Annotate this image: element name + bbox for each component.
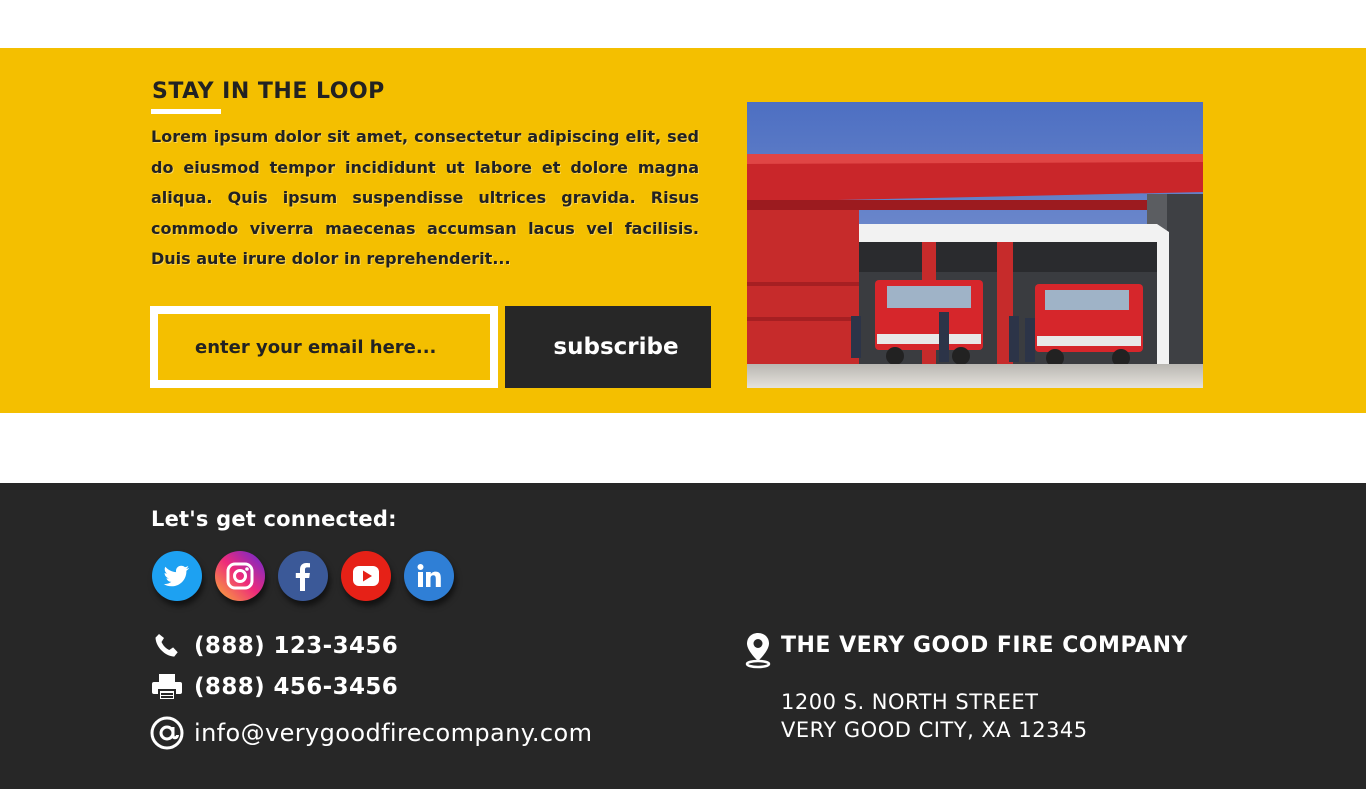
address-line-2: VERY GOOD CITY, XA 12345 xyxy=(781,718,1088,742)
youtube-icon[interactable] xyxy=(341,551,391,601)
instagram-icon[interactable] xyxy=(215,551,265,601)
footer: Let's get connected: (888) 123-3456 (888… xyxy=(0,483,1366,789)
fax-number[interactable]: (888) 456-3456 xyxy=(194,674,398,700)
title-underline xyxy=(151,109,221,114)
location-pin-icon xyxy=(743,631,773,669)
newsletter-section: STAY IN THE LOOP Lorem ipsum dolor sit a… xyxy=(0,48,1366,413)
linkedin-icon[interactable] xyxy=(404,551,454,601)
fire-station-image xyxy=(747,102,1203,388)
newsletter-description: Lorem ipsum dolor sit amet, consectetur … xyxy=(151,127,699,268)
phone-row: (888) 123-3456 xyxy=(150,629,398,663)
email-input[interactable] xyxy=(158,314,490,380)
printer-icon xyxy=(150,670,184,704)
twitter-icon[interactable] xyxy=(152,551,202,601)
phone-icon xyxy=(150,629,184,663)
subscribe-button[interactable]: subscribe xyxy=(505,306,711,388)
newsletter-title: STAY IN THE LOOP xyxy=(152,79,385,104)
facebook-icon[interactable] xyxy=(278,551,328,601)
email-row: info@verygoodfirecompany.com xyxy=(150,716,592,750)
email-field-frame xyxy=(150,306,498,388)
company-name: THE VERY GOOD FIRE COMPANY xyxy=(781,633,1188,658)
company-address: 1200 S. NORTH STREET VERY GOOD CITY, XA … xyxy=(781,688,1088,744)
email-link[interactable]: info@verygoodfirecompany.com xyxy=(194,719,592,747)
address-line-1: 1200 S. NORTH STREET xyxy=(781,690,1039,714)
fax-row: (888) 456-3456 xyxy=(150,670,398,704)
phone-number[interactable]: (888) 123-3456 xyxy=(194,633,398,659)
connect-title: Let's get connected: xyxy=(151,507,397,531)
at-sign-icon xyxy=(150,716,184,750)
